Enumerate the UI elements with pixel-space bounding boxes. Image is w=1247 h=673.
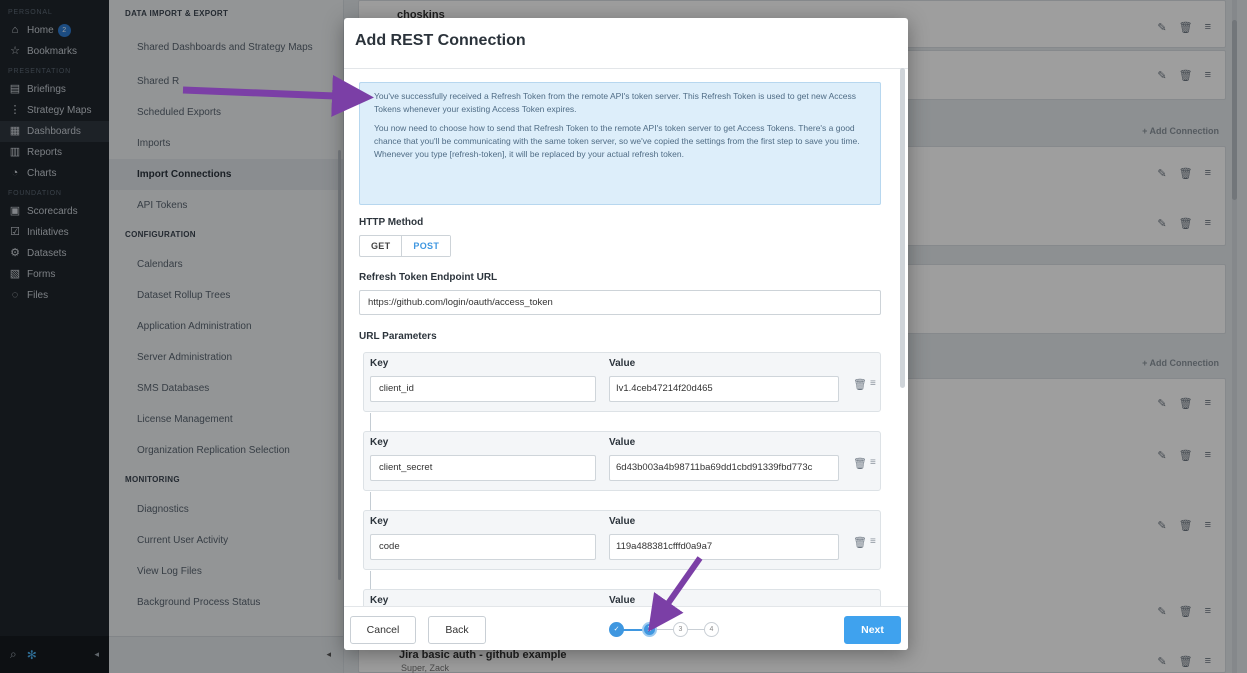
drag-handle-icon[interactable]: ≡ — [870, 536, 876, 547]
get-option[interactable]: GET — [360, 236, 403, 256]
http-method-label: HTTP Method — [359, 217, 424, 228]
info-paragraph: You now need to choose how to send that … — [374, 123, 860, 159]
dialog-body: You've successfully received a Refresh T… — [344, 69, 908, 606]
value-input[interactable]: 119a488381cfffd0a9a7 — [609, 534, 839, 560]
drag-handle-icon[interactable]: ≡ — [870, 457, 876, 468]
connector-line — [370, 492, 371, 510]
step-4: 4 — [704, 622, 719, 637]
connector-line — [370, 413, 371, 431]
trash-icon[interactable]: 🗑 — [853, 536, 867, 549]
trash-icon[interactable]: 🗑 — [853, 378, 867, 391]
trash-icon[interactable]: 🗑 — [853, 457, 867, 470]
http-method-toggle: GET POST — [359, 235, 452, 257]
key-label: Key — [370, 358, 389, 369]
back-button[interactable]: Back — [428, 616, 486, 644]
value-label: Value — [609, 437, 636, 448]
dialog-title: Add REST Connection — [355, 32, 526, 49]
wizard-stepper: ✓ 2 3 4 — [609, 622, 729, 638]
url-parameter-row: Key Value client_secret 6d43b003a4b98711… — [363, 431, 881, 491]
url-parameters-label: URL Parameters — [359, 331, 437, 342]
key-label: Key — [370, 595, 389, 606]
url-parameter-row: Key Value — [363, 589, 881, 606]
url-parameter-row: Key Value code 119a488381cfffd0a9a7 🗑 ≡ — [363, 510, 881, 570]
value-label: Value — [609, 358, 636, 369]
value-label: Value — [609, 516, 636, 527]
key-input[interactable]: code — [370, 534, 596, 560]
value-label: Value — [609, 595, 636, 606]
dialog-footer: Cancel Back ✓ 2 3 4 Next — [344, 606, 908, 650]
cancel-button[interactable]: Cancel — [350, 616, 416, 644]
value-input[interactable]: 6d43b003a4b98711ba69dd1cbd91339fbd773c — [609, 455, 839, 481]
info-message: You've successfully received a Refresh T… — [359, 82, 881, 205]
step-2-current: 2 — [642, 622, 657, 637]
value-input[interactable]: Iv1.4ceb47214f20d465 — [609, 376, 839, 402]
post-option[interactable]: POST — [402, 236, 451, 256]
key-label: Key — [370, 437, 389, 448]
next-button[interactable]: Next — [844, 616, 901, 644]
info-paragraph: You've successfully received a Refresh T… — [374, 91, 857, 114]
step-3: 3 — [673, 622, 688, 637]
url-parameter-row: Key Value client_id Iv1.4ceb47214f20d465… — [363, 352, 881, 412]
key-input[interactable]: client_secret — [370, 455, 596, 481]
step-1-done: ✓ — [609, 622, 624, 637]
endpoint-url-label: Refresh Token Endpoint URL — [359, 272, 498, 283]
endpoint-url-input[interactable]: https://github.com/login/oauth/access_to… — [359, 290, 881, 315]
drag-handle-icon[interactable]: ≡ — [870, 378, 876, 389]
connector-line — [370, 571, 371, 589]
add-rest-connection-dialog: Add REST Connection You've successfully … — [344, 18, 908, 650]
key-label: Key — [370, 516, 389, 527]
key-input[interactable]: client_id — [370, 376, 596, 402]
